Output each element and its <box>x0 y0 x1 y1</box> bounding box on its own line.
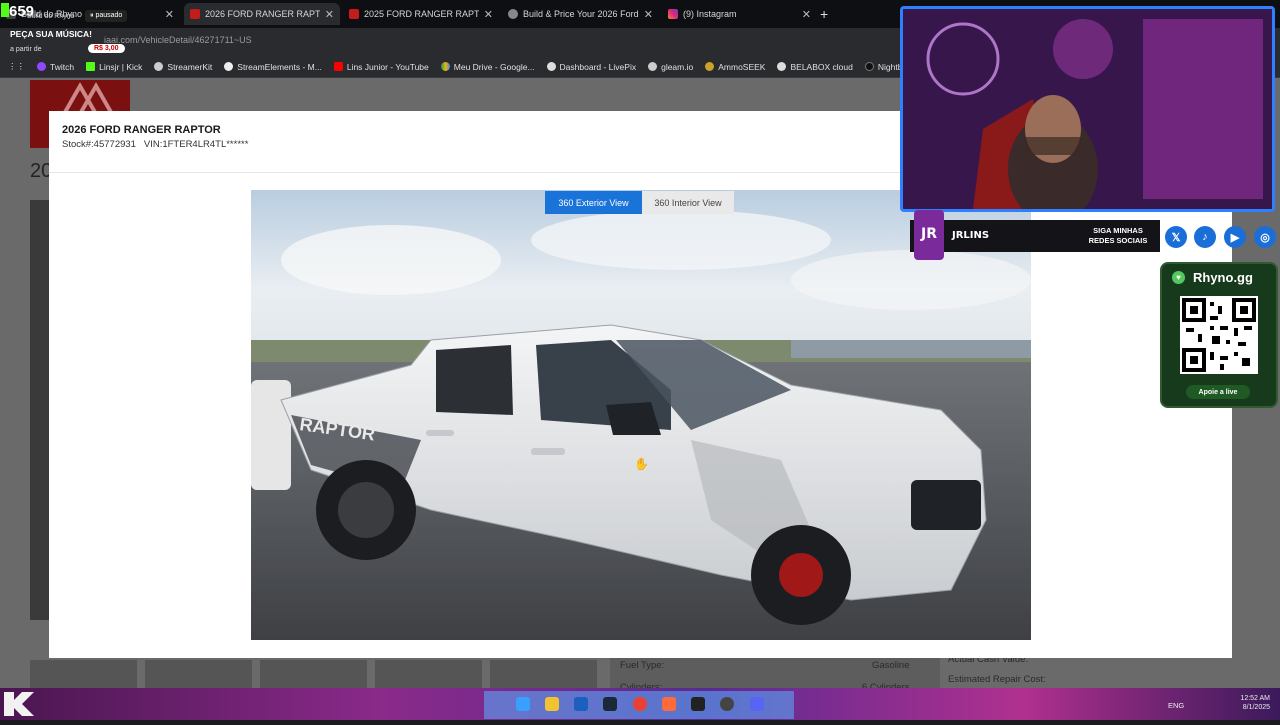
bookmark-streamelements[interactable]: StreamElements - M... <box>224 62 322 72</box>
iaa-favicon-icon <box>190 9 200 19</box>
system-clock[interactable]: 12:52 AM 8/1/2025 <box>1230 694 1270 712</box>
close-icon[interactable]: ✕ <box>325 8 334 21</box>
main-photo-edge <box>30 200 50 620</box>
bookmark-gleam[interactable]: gleam.io <box>648 62 693 72</box>
windows-start-icon[interactable] <box>516 697 530 711</box>
song-request-price: R$ 3,00 <box>88 44 125 53</box>
iaa-favicon-icon <box>349 9 359 19</box>
webcam-feed <box>900 6 1275 212</box>
thumbnail[interactable] <box>145 660 252 688</box>
instagram-icon[interactable]: ◎ <box>1254 226 1276 248</box>
app-icon[interactable] <box>662 697 676 711</box>
close-icon[interactable]: ✕ <box>802 8 811 21</box>
youtube-icon <box>333 62 343 71</box>
x-twitter-icon[interactable]: 𝕏 <box>1165 226 1187 248</box>
tab-instagram[interactable]: (9) Instagram ✕ <box>662 3 817 25</box>
thumbnail[interactable] <box>260 660 367 688</box>
fuel-type-label: Fuel Type: <box>620 660 665 671</box>
vin-number: VIN:1FTER4LR4TL****** <box>143 139 249 150</box>
modal-title: 2026 FORD RANGER RAPTOR <box>62 124 221 136</box>
bookmark-belabox[interactable]: BELABOX cloud <box>777 62 853 72</box>
svg-text:JR: JR <box>920 226 937 242</box>
heart-icon: ♥ <box>1172 271 1185 284</box>
interior-view-button[interactable]: 360 Interior View <box>642 191 734 214</box>
input-language[interactable]: ENG <box>1168 701 1184 710</box>
song-request-from: a partir de <box>10 46 42 53</box>
bookmark-livepix[interactable]: Dashboard - LivePix <box>546 62 636 72</box>
bookmark-streamerkit[interactable]: StreamerKit <box>154 62 212 72</box>
google-drive-icon <box>440 62 450 71</box>
kick-logo-icon <box>1 3 9 17</box>
estimated-repair-label: Estimated Repair Cost: <box>948 674 1046 685</box>
thumbnail[interactable] <box>30 660 137 688</box>
clock-date: 8/1/2025 <box>1242 704 1270 711</box>
clock-time: 12:52 AM <box>1240 695 1270 702</box>
youtube-icon[interactable]: ▶ <box>1224 226 1246 248</box>
thumbnail[interactable] <box>490 660 597 688</box>
new-tab-button[interactable]: + <box>820 6 828 22</box>
streamer-name: JRLINS <box>952 230 990 241</box>
globe-icon <box>508 9 518 19</box>
tab-build-price[interactable]: Build & Price Your 2026 Ford R ✕ <box>502 3 659 25</box>
kick-corner-logo <box>0 688 42 720</box>
webcam-image <box>903 9 1272 209</box>
paused-badge: ⏸ pausado <box>85 10 128 22</box>
tab-ford-ranger-raptor-2025[interactable]: 2025 FORD RANGER RAPTOR I ✕ <box>343 3 499 25</box>
tiktok-icon[interactable]: ♪ <box>1194 226 1216 248</box>
support-live-button[interactable]: Apoie a live <box>1186 385 1250 399</box>
bookmark-kick[interactable]: Linsjr | Kick <box>86 62 142 72</box>
modal-subtitle: Stock#:45772931 VIN:1FTER4LR4TL****** <box>62 139 248 150</box>
thumbnail[interactable] <box>375 660 482 688</box>
follow-prompt: SIGA MINHAS REDES SOCIAIS <box>1088 226 1148 245</box>
qr-code[interactable] <box>1180 296 1258 374</box>
grab-cursor-icon: ✋ <box>634 457 649 471</box>
rhyno-title: Rhyno.gg <box>1193 270 1253 285</box>
discord-icon[interactable] <box>750 697 764 711</box>
song-request-title: PEÇA SUA MÚSICA! <box>10 29 93 39</box>
bookmark-youtube[interactable]: Lins Junior - YouTube <box>333 62 429 72</box>
twitch-icon <box>37 62 46 71</box>
bookmark-twitch[interactable]: Twitch <box>37 62 74 72</box>
obs-icon[interactable] <box>720 697 734 711</box>
close-icon[interactable]: ✕ <box>644 8 653 21</box>
steam-icon[interactable] <box>603 697 617 711</box>
kick-username: Build do Rhyno <box>27 13 75 20</box>
ammoseek-icon <box>705 62 715 71</box>
close-icon[interactable]: ✕ <box>484 8 493 21</box>
vehicle-info-panel: Fuel Type: Gasoline Cylinders: 6 Cylinde… <box>610 658 940 693</box>
chrome-icon[interactable] <box>633 697 647 711</box>
qr-code-icon <box>1182 298 1256 372</box>
bookmark-google-drive[interactable]: Meu Drive - Google... <box>440 62 535 72</box>
terminal-icon[interactable] <box>691 697 705 711</box>
bookmark-ammoseek[interactable]: AmmoSEEK <box>705 62 765 72</box>
globe-icon <box>777 62 787 71</box>
file-explorer-icon[interactable] <box>545 697 559 711</box>
globe-icon <box>154 62 164 71</box>
kick-logo-icon <box>4 692 34 716</box>
kick-icon <box>86 62 96 71</box>
fuel-type-value: Gasoline <box>872 660 910 671</box>
streamelements-icon <box>224 62 234 71</box>
instagram-favicon-icon <box>668 9 678 19</box>
exterior-view-button[interactable]: 360 Exterior View <box>545 191 642 214</box>
stock-number: Stock#:45772931 <box>62 139 136 150</box>
apps-grid-icon[interactable]: ⋮⋮ <box>8 61 25 72</box>
nightbot-icon <box>864 62 874 71</box>
tab-ford-ranger-raptor-2026[interactable]: 2026 FORD RANGER RAPTOR I ✕ <box>184 3 340 25</box>
jr-lins-logo-icon: JR <box>914 210 944 260</box>
globe-icon <box>546 62 556 71</box>
gleam-icon <box>648 62 658 71</box>
outlook-icon[interactable] <box>574 697 588 711</box>
thumbnail-strip <box>30 660 610 688</box>
